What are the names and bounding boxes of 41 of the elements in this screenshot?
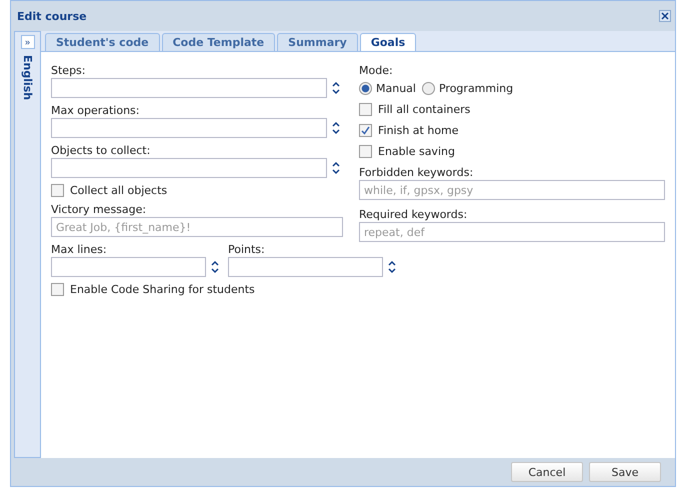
field-label: Max operations: xyxy=(51,104,140,117)
tab[interactable]: Code Template xyxy=(162,33,276,51)
checkbox[interactable] xyxy=(51,283,64,296)
field-label: Objects to collect: xyxy=(51,144,152,157)
field-label: Max lines: xyxy=(51,243,108,256)
checkbox-label: Enable Code Sharing for students xyxy=(70,283,255,296)
panel-label: English xyxy=(21,55,34,100)
checkbox[interactable] xyxy=(359,124,372,137)
radio-label: Manual xyxy=(376,82,416,95)
checkbox[interactable] xyxy=(359,103,372,116)
field-label: Forbidden keywords: xyxy=(359,166,474,179)
text-field[interactable]: repeat, def xyxy=(359,222,665,242)
checkbox[interactable] xyxy=(51,184,64,197)
radio-button[interactable] xyxy=(422,82,435,95)
checkbox-label: Collect all objects xyxy=(70,184,168,197)
number-field[interactable] xyxy=(228,257,383,277)
tab[interactable]: Goals xyxy=(360,33,416,51)
tab[interactable]: Summary xyxy=(277,33,358,51)
field-label: Mode: xyxy=(359,64,394,77)
number-field[interactable] xyxy=(51,257,206,277)
checkbox-label: Finish at home xyxy=(378,124,459,137)
radio-label: Programming xyxy=(438,82,514,95)
number-field[interactable] xyxy=(51,78,327,98)
dialog-button[interactable]: Cancel xyxy=(511,462,583,482)
checkbox-label: Enable saving xyxy=(378,145,455,158)
field-label: Victory message: xyxy=(51,203,148,216)
text-field[interactable]: Great Job, {first_name}! xyxy=(51,217,343,237)
window-title: Edit course xyxy=(17,10,87,22)
field-label: Steps: xyxy=(51,64,86,77)
checkbox[interactable] xyxy=(359,145,372,158)
number-field[interactable] xyxy=(51,118,327,138)
checkbox-label: Fill all containers xyxy=(378,103,470,116)
dialog-button[interactable]: Save xyxy=(589,462,661,482)
text-field[interactable]: while, if, gpsx, gpsy xyxy=(359,180,665,200)
number-field[interactable] xyxy=(51,158,327,178)
field-label: Required keywords: xyxy=(359,208,468,221)
tab[interactable]: Student's code xyxy=(45,33,160,51)
field-label: Points: xyxy=(228,243,266,256)
expand-button[interactable]: » xyxy=(20,35,34,49)
close-icon[interactable] xyxy=(659,10,671,22)
radio-button[interactable] xyxy=(359,82,372,95)
